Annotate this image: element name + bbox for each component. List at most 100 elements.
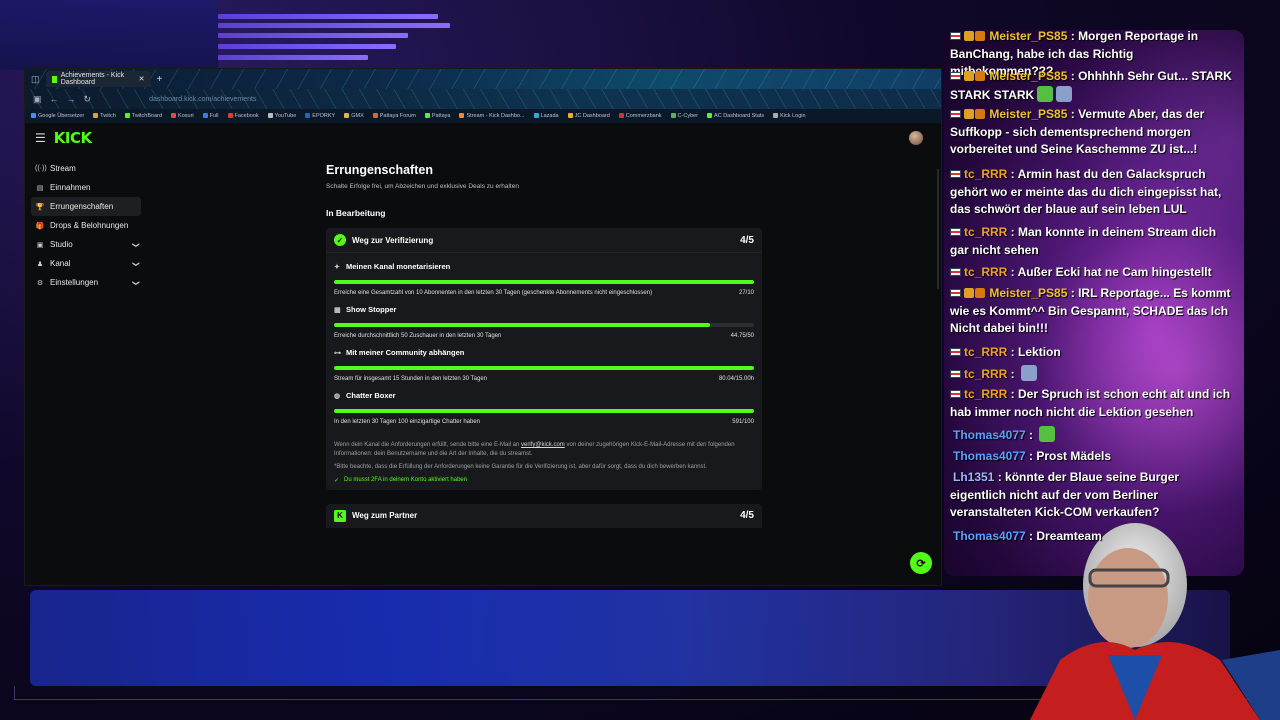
flag-icon [950,170,961,178]
task-description: Stream für insgesamt 15 Stunden in den l… [334,376,487,382]
task-title-text: Meinen Kanal monetarisieren [346,262,451,271]
sidebar-item-label: Stream [50,164,76,173]
bookmark-item[interactable]: YouTube [267,113,296,119]
flag-icon [950,228,961,236]
chat-username[interactable]: tc_RRR [964,367,1007,381]
bookmark-item[interactable]: Pattaya Forum [372,113,416,119]
hamburger-menu-icon[interactable]: ☰ [35,131,46,145]
bookmark-item[interactable]: Full [202,113,219,119]
task-progress-value: 80.04/15.00h [718,376,754,382]
requirement-label: Du musst 2FA in deinem Konto aktiviert h… [344,477,468,483]
card-count: 4/5 [740,234,754,246]
bookmark-label: Lazada [540,113,559,119]
new-tab-button[interactable]: + [157,74,163,85]
check-icon: ✓ [334,477,340,484]
chevron-down-icon[interactable]: ❯ [132,280,140,286]
emote-icon [1039,426,1056,442]
emote-icon [1021,365,1038,381]
sidebar-item-studio[interactable]: ▣ Studio ❯ [31,235,141,254]
bookmark-item[interactable]: Commerzbank [618,113,662,119]
chat-username[interactable]: Meister_PS85 [989,107,1067,121]
forward-icon[interactable]: → [67,94,76,104]
help-chat-button[interactable]: ⟳ [910,552,932,574]
sidebar-item-icon: 🏆 [35,203,45,211]
chat-username[interactable]: Meister_PS85 [989,30,1067,43]
chat-username[interactable]: Meister_PS85 [989,69,1067,83]
chat-username[interactable]: Lh1351 [953,470,994,484]
bookmark-item[interactable]: Stream - Kick Dashbo... [459,113,525,119]
reload-icon[interactable]: ↻ [84,94,92,105]
chat-text: Außer Ecki hat ne Cam hingestellt [1017,265,1212,279]
progress-fill [334,366,754,370]
chat-username[interactable]: Meister_PS85 [989,286,1067,300]
achievement-card-partner[interactable]: K Weg zum Partner 4/5 [326,503,762,528]
bookmark-item[interactable]: Pattaya [424,113,450,119]
sidebar-item-errungenschaften[interactable]: 🏆 Errungenschaften [31,197,141,216]
bookmark-item[interactable]: Lazada [533,113,559,119]
task-title: ⊶ Mit meiner Community abhängen [334,348,754,357]
bookmark-item[interactable]: GMX [344,113,364,119]
scrollbar[interactable] [937,169,939,289]
chevron-down-icon[interactable]: ❯ [132,242,140,248]
emote-icon [1037,85,1054,102]
tab-menu-icon[interactable]: ◫ [31,74,40,85]
bookmark-item[interactable]: Kosuri [171,113,194,119]
bookmark-item[interactable]: Facebook [227,113,259,119]
tab-title: Achievements - Kick Dashboard [60,72,125,86]
kick-favicon-icon [51,75,57,83]
bookmark-favicon-icon [773,113,779,119]
sidebar-item-icon: ⚙ [36,279,44,287]
chevron-down-icon[interactable]: ❯ [132,261,140,267]
chat-username[interactable]: tc_RRR [964,225,1007,239]
close-tab-icon[interactable]: ✕ [139,75,145,83]
gift-badge-icon [975,109,985,119]
url-input[interactable]: dashboard.kick.com/achievements [149,96,256,103]
chat-username[interactable]: tc_RRR [964,345,1007,359]
task-description: In den letzten 30 Tagen 100 einzigartige… [334,419,480,425]
bookmark-item[interactable]: AC Dashboard Stats [707,113,764,119]
sub-badge-icon [964,109,974,119]
bookmark-item[interactable]: C-Cyber [670,113,698,119]
flag-icon [950,72,961,80]
sidebar-item-kanal[interactable]: ♟ Kanal ❯ [31,254,141,273]
chat-username[interactable]: Thomas4077 [953,428,1026,442]
chat-message: Meister_PS85 : IRL Reportage... Es kommt… [950,286,1231,335]
chat-text: Lektion [1018,345,1061,359]
browser-tab-active[interactable]: Achievements - Kick Dashboard ✕ [45,71,151,87]
kick-icon: K [334,509,346,522]
sidebar-item-einnahmen[interactable]: ▤ Einnahmen [31,178,141,197]
bookmark-favicon-icon [344,113,350,119]
task-title-text: Show Stopper [346,305,397,314]
progress-bar [334,323,754,327]
task-icon: ▦ [334,306,341,314]
task-title-text: Mit meiner Community abhängen [346,348,465,357]
kick-logo[interactable]: KICK [54,129,92,147]
bookmark-item[interactable]: Kick Login [773,113,806,119]
sidebar-item-label: Errungenschaften [50,202,114,211]
chat-username[interactable]: Thomas4077 [953,529,1026,543]
bookmark-item[interactable]: JC Dashboard [567,113,610,119]
chat-username[interactable]: tc_RRR [964,265,1007,279]
sidebar-item-drops-belohnungen[interactable]: 🎁 Drops & Belohnungen [31,216,141,235]
bookmark-item[interactable]: TwitchBoard [124,113,163,119]
bookmark-item[interactable]: EPORKY [305,113,335,119]
chat-username[interactable]: tc_RRR [964,387,1007,401]
avatar[interactable] [909,131,923,145]
bookmark-label: TwitchBoard [131,113,163,119]
task-title-text: Chatter Boxer [346,391,396,400]
sidebar-item-stream[interactable]: ((·)) Stream [31,159,141,178]
sub-badge-icon [964,288,974,298]
chat-text: Dreamteam [1036,529,1102,543]
bookmark-item[interactable]: Google Übersetzer [31,113,84,119]
card-header[interactable]: ✓ Weg zur Verifizierung 4/5 [326,228,762,253]
task-description: Erreiche durchschnittlich 50 Zuschauer i… [334,333,502,339]
chat-username[interactable]: Thomas4077 [953,449,1026,463]
back-icon[interactable]: ← [50,94,59,104]
sidebar-toggle-icon[interactable]: ▣ [33,94,42,105]
verify-email-link[interactable]: verify@kick.com [521,442,565,448]
chat-username[interactable]: tc_RRR [964,167,1007,181]
task-desc-row: Erreiche durchschnittlich 50 Zuschauer i… [334,333,754,339]
sidebar-item-einstellungen[interactable]: ⚙ Einstellungen ❯ [31,273,141,292]
bookmark-item[interactable]: Twitch [93,113,116,119]
gift-badge-icon [975,31,985,41]
